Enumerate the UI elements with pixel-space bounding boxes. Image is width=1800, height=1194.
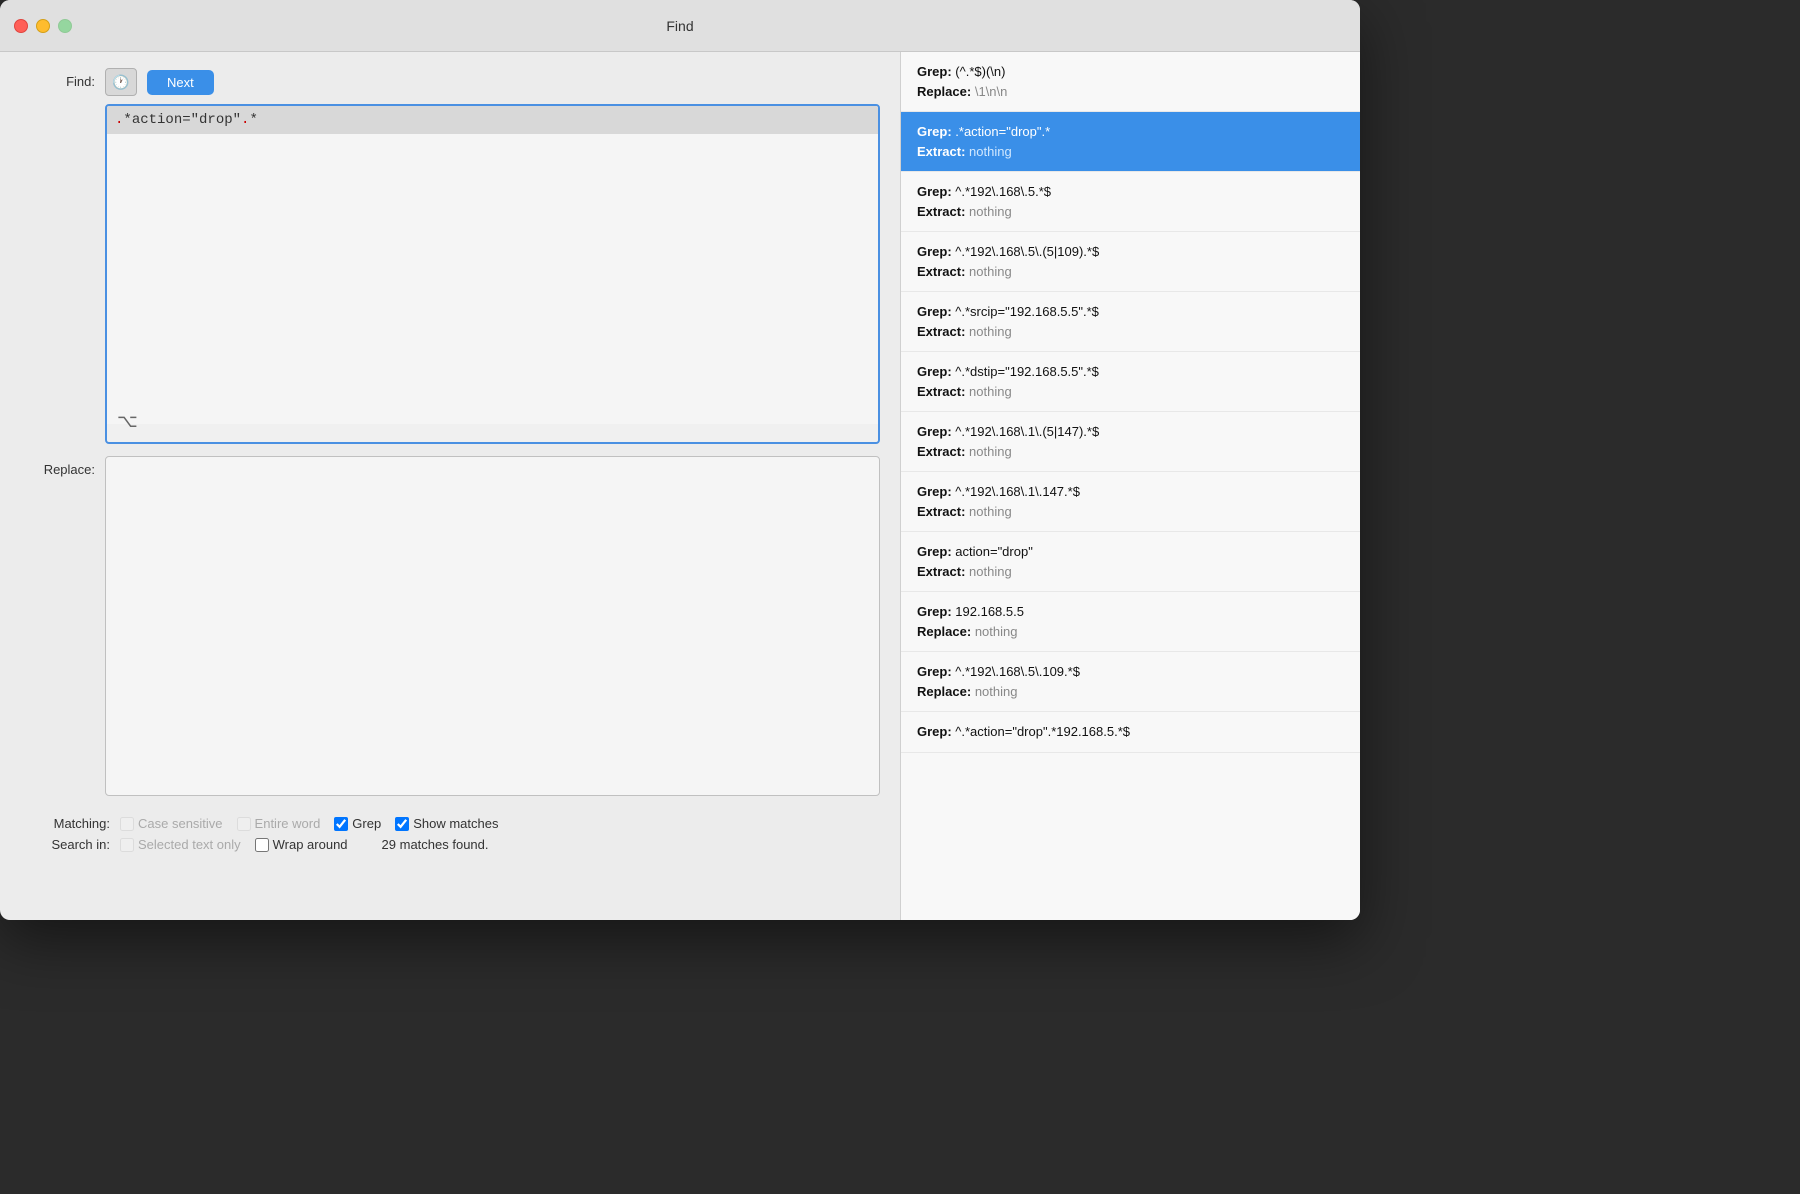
- selected-text-checkbox[interactable]: [120, 838, 134, 852]
- bottom-controls: Matching: Case sensitive Entire word Gre…: [20, 808, 880, 858]
- history-item[interactable]: Grep: (^.*$)(\n)Replace: \1\n\n: [901, 52, 1360, 112]
- history-button[interactable]: 🕐: [105, 68, 137, 96]
- find-label: Find:: [20, 68, 95, 89]
- history-item[interactable]: Grep: ^.*192\.168\.5.*$Extract: nothing: [901, 172, 1360, 232]
- left-panel: Find: 🕐 Next .*action="drop".* ⌥: [0, 52, 900, 920]
- find-input-body[interactable]: [107, 134, 878, 424]
- regex-icon: ⌥: [117, 411, 138, 432]
- maximize-button: [58, 19, 72, 33]
- find-dialog: Find Find: 🕐 Next .*action="drop".*: [0, 0, 1360, 920]
- grep-checkbox[interactable]: [334, 817, 348, 831]
- status-text: 29 matches found.: [382, 837, 489, 852]
- entire-word-label: Entire word: [255, 816, 321, 831]
- dialog-content: Find: 🕐 Next .*action="drop".* ⌥: [0, 52, 1360, 920]
- history-item[interactable]: Grep: ^.*action="drop".*192.168.5.*$: [901, 712, 1360, 753]
- show-matches-checkbox[interactable]: [395, 817, 409, 831]
- wrap-around-label: Wrap around: [273, 837, 348, 852]
- history-item[interactable]: Grep: ^.*192\.168\.5\.(5|109).*$Extract:…: [901, 232, 1360, 292]
- show-matches-label: Show matches: [413, 816, 498, 831]
- minimize-button[interactable]: [36, 19, 50, 33]
- history-item[interactable]: Grep: ^.*dstip="192.168.5.5".*$Extract: …: [901, 352, 1360, 412]
- wrap-around-checkbox[interactable]: [255, 838, 269, 852]
- history-item[interactable]: Grep: ^.*192\.168\.5\.109.*$Replace: not…: [901, 652, 1360, 712]
- history-item[interactable]: Grep: 192.168.5.5Replace: nothing: [901, 592, 1360, 652]
- case-sensitive-checkbox-item: Case sensitive: [120, 816, 223, 831]
- grep-checkbox-item: Grep: [334, 816, 381, 831]
- title-bar: Find: [0, 0, 1360, 52]
- traffic-lights: [14, 19, 72, 33]
- matching-label: Matching:: [20, 816, 110, 831]
- matching-row: Matching: Case sensitive Entire word Gre…: [20, 816, 880, 831]
- dialog-title: Find: [666, 18, 693, 34]
- history-item[interactable]: Grep: ^.*192\.168\.1\.(5|147).*$Extract:…: [901, 412, 1360, 472]
- find-input-text: .*action="drop".*: [115, 112, 258, 128]
- find-input-top: .*action="drop".*: [107, 106, 878, 134]
- entire-word-checkbox[interactable]: [237, 817, 251, 831]
- case-sensitive-checkbox[interactable]: [120, 817, 134, 831]
- replace-label: Replace:: [20, 456, 95, 477]
- selected-text-label: Selected text only: [138, 837, 241, 852]
- history-panel: Grep: (^.*$)(\n)Replace: \1\n\nGrep: .*a…: [900, 52, 1360, 920]
- show-matches-checkbox-item: Show matches: [395, 816, 498, 831]
- find-star1: *: [123, 112, 131, 128]
- entire-word-checkbox-item: Entire word: [237, 816, 321, 831]
- grep-label: Grep: [352, 816, 381, 831]
- history-item[interactable]: Grep: .*action="drop".*Extract: nothing: [901, 112, 1360, 172]
- history-item[interactable]: Grep: action="drop"Extract: nothing: [901, 532, 1360, 592]
- replace-input-wrapper[interactable]: [105, 456, 880, 796]
- wrap-around-checkbox-item: Wrap around: [255, 837, 348, 852]
- close-button[interactable]: [14, 19, 28, 33]
- history-item[interactable]: Grep: ^.*192\.168\.1\.147.*$Extract: not…: [901, 472, 1360, 532]
- case-sensitive-label: Case sensitive: [138, 816, 223, 831]
- selected-text-checkbox-item: Selected text only: [120, 837, 241, 852]
- search-in-row: Search in: Selected text only Wrap aroun…: [20, 837, 880, 852]
- find-input-wrapper: .*action="drop".* ⌥: [105, 104, 880, 444]
- history-item[interactable]: Grep: ^.*srcip="192.168.5.5".*$Extract: …: [901, 292, 1360, 352]
- find-star2: *: [249, 112, 257, 128]
- search-in-label: Search in:: [20, 837, 110, 852]
- next-button[interactable]: Next: [147, 70, 214, 95]
- find-row: Find: 🕐 Next .*action="drop".* ⌥: [20, 68, 880, 444]
- find-action: action="drop": [132, 112, 241, 128]
- replace-row: Replace:: [20, 456, 880, 796]
